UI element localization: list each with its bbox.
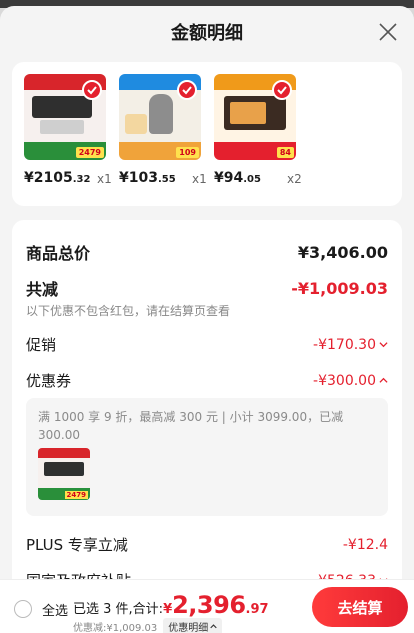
- discount-text: 优惠减:¥1,009.03: [73, 623, 158, 633]
- discount-line: 优惠减:¥1,009.03 优惠明细: [73, 618, 223, 633]
- product-price-tag: 84: [276, 147, 294, 158]
- total-amount-dec: .97: [245, 602, 269, 617]
- close-button[interactable]: [374, 18, 402, 46]
- coupon-detail-box: 满 1000 享 9 折，最高减 300 元 | 小计 3099.00，已减 3…: [26, 398, 388, 516]
- checkout-bar: 全选 已选 3 件,合计: ¥ 2,396 .97 优惠减:¥1,009.03 …: [0, 579, 414, 633]
- product-thumbnail: 2479: [24, 74, 106, 160]
- select-all-label[interactable]: 全选: [42, 600, 68, 619]
- product-price: ¥94 .05: [214, 170, 261, 186]
- coupon-value-wrap: -¥300.00: [313, 373, 388, 389]
- reduce-row: 共减 -¥1,009.03: [26, 276, 388, 300]
- sheet-header: 金额明细: [0, 6, 414, 58]
- products-card: 2479 ¥2105 .32 x1 109 ¥103 .55 x1 84 ¥94…: [12, 62, 402, 206]
- product-price: ¥103 .55: [119, 170, 176, 186]
- coupon-description: 满 1000 享 9 折，最高减 300 元 | 小计 3099.00，已减 3…: [38, 410, 344, 442]
- coupon-product-thumbnail: 2479: [38, 448, 90, 500]
- product-price-tag: 2479: [75, 147, 104, 158]
- total-label: 商品总价: [26, 244, 91, 263]
- product-item[interactable]: 109: [119, 74, 201, 160]
- plus-label: PLUS 专享立减: [26, 536, 128, 554]
- coupon-thumb-tag: 2479: [64, 491, 88, 499]
- reduce-note: 以下优惠不包含红包，请在结算页查看: [26, 304, 231, 318]
- chevron-up-icon: [379, 377, 388, 383]
- selected-count-text: 已选 3 件,合计:: [73, 602, 164, 617]
- select-all-radio[interactable]: [14, 600, 32, 618]
- reduce-value: -¥1,009.03: [291, 278, 388, 298]
- product-qty: x1: [192, 172, 207, 186]
- product-qty: x1: [97, 172, 112, 186]
- total-currency: ¥: [163, 602, 173, 617]
- discount-detail-label: 优惠明细: [168, 623, 209, 633]
- amount-detail-sheet: 金额明细 2479 ¥2105 .32 x1 109 ¥103 .55 x1 8…: [0, 6, 414, 633]
- selected-check-icon: [177, 80, 197, 100]
- promo-label: 促销: [26, 336, 57, 354]
- close-icon: [379, 23, 397, 41]
- promo-value: -¥170.30: [313, 336, 376, 353]
- promo-row[interactable]: 促销 -¥170.30: [26, 334, 388, 355]
- price-detail-card: 商品总价 ¥3,406.00 共减 -¥1,009.03 以下优惠不包含红包，请…: [12, 220, 402, 633]
- plus-row: PLUS 专享立减 -¥12.4: [26, 534, 388, 555]
- product-price: ¥2105 .32: [24, 170, 91, 186]
- coupon-row[interactable]: 优惠券 -¥300.00: [26, 370, 388, 391]
- total-summary: 已选 3 件,合计: ¥ 2,396 .97: [73, 591, 269, 619]
- discount-detail-button[interactable]: 优惠明细: [163, 618, 223, 633]
- total-amount-int: 2,396: [172, 591, 246, 619]
- chevron-up-icon: [210, 624, 217, 629]
- product-thumbnail: 84: [214, 74, 296, 160]
- plus-value: -¥12.4: [342, 536, 388, 553]
- product-item[interactable]: 2479: [24, 74, 106, 160]
- sheet-title: 金额明细: [171, 23, 243, 44]
- total-row: 商品总价 ¥3,406.00: [26, 240, 388, 264]
- product-item[interactable]: 84: [214, 74, 296, 160]
- coupon-label: 优惠券: [26, 372, 72, 390]
- product-price-tag: 109: [176, 147, 199, 158]
- total-value: ¥3,406.00: [297, 242, 388, 262]
- product-qty: x2: [287, 172, 302, 186]
- chevron-down-icon: [379, 342, 388, 348]
- selected-check-icon: [272, 80, 292, 100]
- checkout-button[interactable]: 去结算: [312, 587, 408, 627]
- reduce-label: 共减: [26, 280, 59, 299]
- promo-value-wrap: -¥170.30: [313, 337, 388, 353]
- coupon-value: -¥300.00: [313, 372, 376, 389]
- product-thumbnail: 109: [119, 74, 201, 160]
- selected-check-icon: [82, 80, 102, 100]
